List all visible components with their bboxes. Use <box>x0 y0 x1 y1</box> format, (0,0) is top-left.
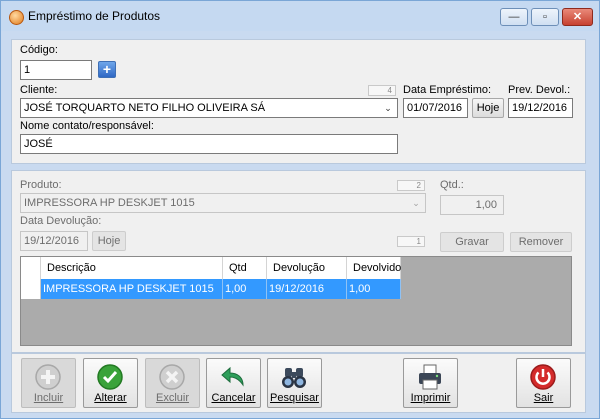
column-header-devolucao[interactable]: Devolução <box>267 257 347 279</box>
binoculars-icon <box>282 368 306 388</box>
cell-devolucao[interactable]: 19/12/2016 <box>267 279 347 299</box>
cancelar-button[interactable]: Cancelar <box>206 358 261 408</box>
checkmark-icon <box>97 364 123 390</box>
qtd-label: Qtd.: <box>440 179 464 191</box>
add-codigo-button[interactable]: + <box>98 61 116 78</box>
grid-header: Descrição Qtd Devolução Devolvido <box>21 257 401 280</box>
column-header-devolvido[interactable]: Devolvido <box>347 257 401 279</box>
grid-row-header-corner <box>21 257 41 279</box>
alterar-button[interactable]: Alterar <box>83 358 138 408</box>
item-counter: 1 <box>397 236 425 247</box>
prev-devol-field[interactable]: 19/12/2016 <box>508 98 573 118</box>
qtd-field[interactable]: 1,00 <box>440 195 504 215</box>
data-emprestimo-label: Data Empréstimo: <box>403 84 492 96</box>
x-circle-icon <box>159 364 185 390</box>
items-grid[interactable]: Descrição Qtd Devolução Devolvido IMPRES… <box>20 256 572 346</box>
minimize-button[interactable]: — <box>500 8 528 26</box>
cell-descricao[interactable]: IMPRESSORA HP DESKJET 1015 <box>41 279 223 299</box>
chevron-down-icon[interactable]: ⌄ <box>410 194 422 212</box>
cliente-combobox[interactable]: JOSÉ TORQUARTO NETO FILHO OLIVEIRA SÁ ⌄ <box>20 98 398 118</box>
row-selector[interactable] <box>21 279 41 299</box>
produto-value: IMPRESSORA HP DESKJET 1015 <box>24 197 195 209</box>
plus-icon: + <box>102 61 112 77</box>
loan-header-panel: Código: 1 + Cliente: 4 JOSÉ TORQUARTO NE… <box>11 39 586 164</box>
incluir-label: Incluir <box>33 392 64 404</box>
produto-counter: 2 <box>397 180 425 191</box>
plus-circle-icon <box>35 364 61 390</box>
app-icon <box>9 10 24 25</box>
gravar-button[interactable]: Gravar <box>440 232 504 252</box>
main-window: Empréstimo de Produtos — ▫ ✕ Código: 1 +… <box>0 0 600 419</box>
cell-qtd[interactable]: 1,00 <box>223 279 267 299</box>
data-devolucao-field[interactable]: 19/12/2016 <box>20 231 88 251</box>
sair-label: Sair <box>533 392 554 404</box>
produto-combobox[interactable]: IMPRESSORA HP DESKJET 1015 ⌄ <box>20 193 426 213</box>
window-title: Empréstimo de Produtos <box>28 9 161 23</box>
remover-button[interactable]: Remover <box>510 232 572 252</box>
imprimir-button[interactable]: Imprimir <box>403 358 458 408</box>
cliente-value: JOSÉ TORQUARTO NETO FILHO OLIVEIRA SÁ <box>24 102 266 114</box>
column-header-qtd[interactable]: Qtd <box>223 257 267 279</box>
maximize-button[interactable]: ▫ <box>531 8 559 26</box>
alterar-label: Alterar <box>94 392 127 404</box>
chevron-down-icon[interactable]: ⌄ <box>382 99 394 117</box>
pesquisar-label: Pesquisar <box>270 392 319 404</box>
codigo-label: Código: <box>20 44 58 56</box>
close-icon: ✕ <box>572 11 583 23</box>
column-header-descricao[interactable]: Descrição <box>41 257 223 279</box>
minimize-icon: — <box>508 11 520 23</box>
data-devolucao-label: Data Devolução: <box>20 215 102 227</box>
table-row[interactable]: IMPRESSORA HP DESKJET 1015 1,00 19/12/20… <box>21 279 401 299</box>
cell-devolvido[interactable]: 1,00 <box>347 279 401 299</box>
maximize-icon: ▫ <box>543 11 547 23</box>
hoje-devolucao-button[interactable]: Hoje <box>92 231 126 251</box>
hoje-emprestimo-button[interactable]: Hoje <box>472 98 504 118</box>
data-emprestimo-field[interactable]: 01/07/2016 <box>403 98 468 118</box>
title-bar[interactable]: Empréstimo de Produtos — ▫ ✕ <box>1 1 599 31</box>
cliente-counter: 4 <box>368 85 396 96</box>
contato-field[interactable]: JOSÉ <box>20 134 398 154</box>
produto-label: Produto: <box>20 179 62 191</box>
prev-devol-label: Prev. Devol.: <box>508 84 571 96</box>
imprimir-label: Imprimir <box>410 392 451 404</box>
sair-button[interactable]: Sair <box>516 358 571 408</box>
codigo-field[interactable]: 1 <box>20 60 92 80</box>
close-button[interactable]: ✕ <box>562 8 593 26</box>
undo-arrow-icon <box>221 366 244 387</box>
cancelar-label: Cancelar <box>211 392 256 404</box>
pesquisar-button[interactable]: Pesquisar <box>267 358 322 408</box>
excluir-label: Excluir <box>155 392 189 404</box>
power-icon <box>530 364 556 390</box>
excluir-button[interactable]: Excluir <box>145 358 200 408</box>
printer-icon <box>419 364 441 390</box>
incluir-button[interactable]: Incluir <box>21 358 76 408</box>
contato-label: Nome contato/responsável: <box>20 120 154 132</box>
cliente-label: Cliente: <box>20 84 58 96</box>
